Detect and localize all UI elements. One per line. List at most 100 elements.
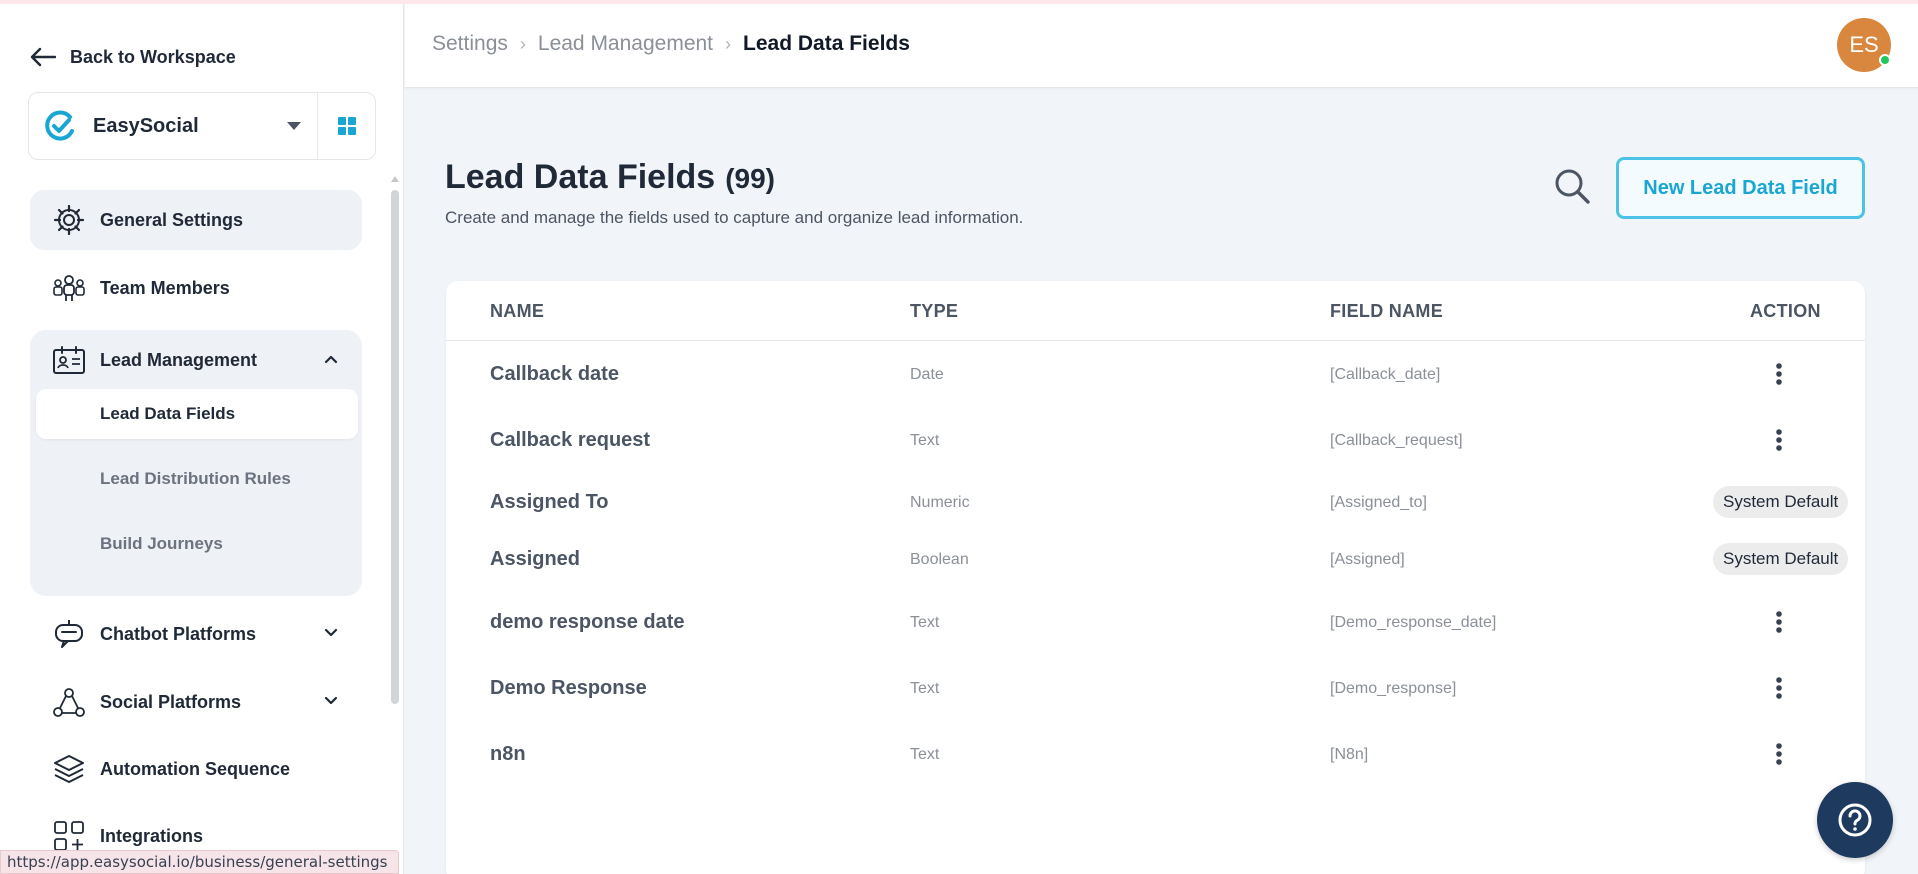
apps-grid-button[interactable] (317, 93, 375, 159)
row-actions-button[interactable] (1764, 607, 1794, 637)
nav-automation-sequence[interactable]: Automation Sequence (30, 739, 362, 799)
field-type-cell: Text (910, 432, 940, 449)
row-actions-button[interactable] (1764, 739, 1794, 769)
row-actions-button[interactable] (1764, 425, 1794, 455)
field-type-cell: Text (910, 746, 940, 763)
nav-lead-management[interactable]: Lead Management (30, 330, 362, 390)
system-default-badge: System Default (1713, 543, 1849, 575)
nav-social-platforms[interactable]: Social Platforms (30, 672, 362, 732)
help-button[interactable] (1817, 782, 1893, 858)
field-type-cell: Text (910, 614, 940, 631)
back-label: Back to Workspace (70, 46, 236, 67)
avatar-initials: ES (1849, 32, 1879, 57)
breadcrumb: Settings › Lead Management › Lead Data F… (432, 32, 910, 56)
chevron-up-icon (324, 355, 338, 364)
lead-fields-table: NAME TYPE FIELD NAME ACTION Callback dat… (446, 281, 1865, 874)
workspace-dropdown[interactable]: EasySocial (29, 93, 317, 159)
social-network-icon (52, 685, 86, 719)
field-type-cell: Boolean (910, 551, 969, 568)
field-type-cell: Date (910, 366, 944, 383)
search-button[interactable] (1552, 166, 1592, 206)
column-header-field-name[interactable]: FIELD NAME (1330, 301, 1443, 322)
more-vertical-icon (1776, 363, 1782, 385)
nav-team-members[interactable]: Team Members (30, 258, 362, 318)
table-row[interactable]: n8n Text [N8n] (446, 735, 1865, 785)
online-status-dot (1879, 54, 1891, 66)
sub-label: Build Journeys (100, 534, 223, 553)
field-name-cell: Demo Response (490, 677, 647, 699)
row-actions-button[interactable] (1764, 673, 1794, 703)
workspace-name: EasySocial (93, 114, 199, 137)
top-header: Settings › Lead Management › Lead Data F… (405, 4, 1918, 88)
field-key-cell: [Demo_response_date] (1330, 614, 1497, 631)
gear-icon (52, 203, 86, 237)
nav-general-settings[interactable]: General Settings (30, 190, 362, 250)
grid-icon (337, 117, 356, 135)
avatar[interactable]: ES (1837, 18, 1891, 72)
table-row[interactable]: Assigned To Numeric [Assigned_to] System De… (446, 483, 1865, 533)
sub-lead-distribution-rules[interactable]: Lead Distribution Rules (36, 454, 358, 504)
more-vertical-icon (1776, 429, 1782, 451)
field-name-cell: Callback date (490, 363, 619, 385)
table-row[interactable]: Assigned Boolean [Assigned] System Default (446, 540, 1865, 590)
column-header-type[interactable]: TYPE (910, 301, 958, 322)
sub-label: Lead Distribution Rules (100, 469, 291, 488)
field-key-cell: [Callback_date] (1330, 366, 1441, 383)
nav-label: Chatbot Platforms (100, 623, 257, 644)
nav-label: Lead Management (100, 349, 258, 370)
search-icon (1555, 169, 1590, 204)
back-to-workspace-link[interactable]: Back to Workspace (30, 40, 236, 74)
field-type-cell: Numeric (910, 494, 970, 511)
breadcrumb-lead-management[interactable]: Lead Management (538, 32, 713, 56)
page-title-text: Lead Data Fields (445, 158, 716, 196)
more-vertical-icon (1776, 677, 1782, 699)
field-name-cell: Callback request (490, 429, 651, 451)
field-key-cell: [Callback_request] (1330, 432, 1463, 449)
new-lead-data-field-button[interactable]: New Lead Data Field (1616, 157, 1865, 219)
caret-down-icon (287, 122, 301, 130)
table-row[interactable]: demo response date Text [Demo_response_dat… (446, 603, 1865, 653)
field-type-cell: Text (910, 680, 940, 697)
arrow-left-icon (30, 47, 56, 67)
nav-chatbot-platforms[interactable]: Chatbot Platforms (30, 604, 362, 664)
easysocial-logo-icon (45, 110, 74, 141)
column-header-action: ACTION (1750, 301, 1821, 321)
field-key-cell: [N8n] (1330, 746, 1369, 763)
chevron-right-icon: › (725, 33, 732, 54)
sub-lead-data-fields[interactable]: Lead Data Fields (36, 389, 358, 439)
page-description: Create and manage the fields used to cap… (445, 208, 1024, 227)
chevron-right-icon: › (519, 33, 526, 54)
field-name-cell: Assigned (490, 548, 581, 570)
sidebar: Back to Workspace EasySocial General Set… (0, 4, 404, 874)
chevron-down-icon (324, 696, 338, 705)
breadcrumb-current: Lead Data Fields (743, 32, 910, 55)
column-header-name[interactable]: NAME (490, 301, 544, 322)
field-name-cell: n8n (490, 743, 526, 765)
table-row[interactable]: Callback date Date [Callback_date] (446, 355, 1865, 405)
field-key-cell: [Assigned] (1330, 551, 1405, 568)
chevron-down-icon (324, 628, 338, 637)
id-card-icon (52, 343, 86, 377)
table-row[interactable]: Demo Response Text [Demo_response] (446, 669, 1865, 719)
table-row[interactable]: Callback request Text [Callback_request] (446, 421, 1865, 471)
layers-icon (52, 752, 86, 786)
field-name-cell: demo response date (490, 611, 685, 633)
sub-label: Lead Data Fields (100, 404, 236, 423)
question-mark-icon (1838, 803, 1872, 837)
field-key-cell: [Demo_response] (1330, 680, 1457, 697)
sidebar-scrollbar[interactable] (391, 190, 399, 704)
field-key-cell: [Assigned_to] (1330, 494, 1427, 511)
integrations-icon (52, 819, 86, 853)
sub-build-journeys[interactable]: Build Journeys (36, 519, 358, 569)
breadcrumb-settings[interactable]: Settings (432, 32, 508, 56)
scroll-up-arrow[interactable] (391, 176, 399, 182)
team-icon (52, 271, 86, 305)
table-header: NAME TYPE FIELD NAME ACTION (446, 281, 1865, 341)
page-title: Lead Data Fields (99) (445, 158, 775, 197)
nav-label: Automation Sequence (100, 758, 291, 779)
field-count: (99) (725, 163, 775, 194)
nav-label: Integrations (100, 825, 204, 846)
row-actions-button[interactable] (1764, 359, 1794, 389)
system-default-badge: System Default (1713, 486, 1849, 518)
nav-label: General Settings (100, 209, 244, 230)
